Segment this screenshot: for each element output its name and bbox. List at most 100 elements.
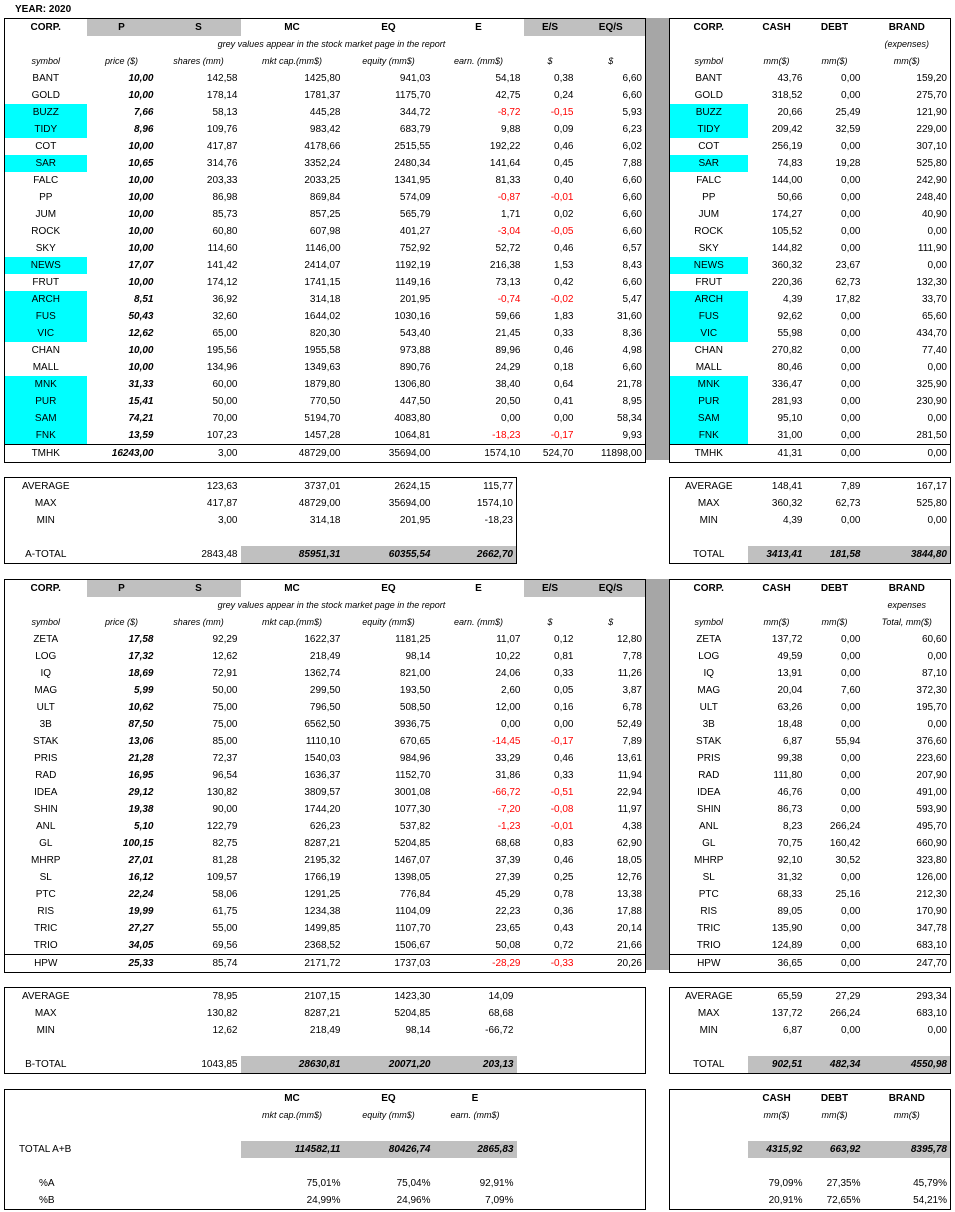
stat-brand: 0,00 [927,515,947,526]
pct-b-debt: 72,65% [826,1195,861,1206]
earnings-cell: -1,23 [497,821,521,832]
spacer-row [5,1158,646,1175]
symbol-cell: TRIO [33,940,58,951]
stat-debt: 7,89 [841,481,861,492]
brand-cell: 0,00 [863,444,951,463]
equity-cell: 1107,70 [395,923,431,934]
cash-cell: 92,62 [777,311,803,322]
eq-per-share-cell: 52,49 [616,719,642,730]
mktcap-cell: 820,30 [309,328,341,339]
symbol-cell: MALL [695,362,722,373]
total-equity: 60355,54 [343,546,434,564]
symbol-cell: PUR [4,393,87,410]
eq-per-share-cell: 6,60 [622,192,642,203]
shares-cell: 314,76 [206,158,238,169]
stat-cash: 148,41 [771,481,803,492]
spacer [806,529,864,546]
note-spacer [5,597,87,614]
spacer [157,529,241,546]
total-cash: 3413,41 [747,546,806,564]
symbol-cell: LOG [698,651,720,662]
eps-cell: -0,01 [550,192,574,203]
pct-b-row: 20,91% 72,65% 54,21% [670,1192,951,1210]
eq-per-share-cell: 11,26 [617,668,642,679]
total-label: B-TOTAL [25,1059,67,1070]
table-row: TMHK 41,31 0,00 0,00 [669,444,951,463]
earnings-cell: 33,29 [495,753,521,764]
summary-unit-cash: mm($) [763,1110,790,1120]
table-row: TRIC 135,90 0,00 347,78 [670,920,951,937]
earnings-cell: 11,07 [496,634,521,645]
stat-label: MAX [697,1008,720,1019]
spacer [344,1158,434,1175]
mktcap-cell: 2171,72 [240,954,344,973]
equity-cell: 543,40 [399,328,431,339]
earnings-cell: 23,65 [495,923,521,934]
earnings-cell: 1574,10 [433,444,524,463]
symbol-cell: TIDY [4,121,87,138]
spacer [241,529,344,546]
eq-per-share-cell: 31,60 [616,311,642,322]
table-row: BUZZ 20,66 25,49 121,90 [669,104,951,121]
group-b-finance-stats-box: AVERAGE 65,59 27,29 293,34 MAX 137,72 266,24 68… [669,987,951,1074]
shares-cell: 85,74 [156,954,241,973]
shares-cell: 75,00 [212,702,238,713]
earnings-cell: 10,22 [495,651,521,662]
note-spacer [577,36,646,53]
equity-cell: 5204,85 [394,838,431,849]
brand-cell: 242,90 [916,175,947,186]
spacer [344,529,434,546]
unit-cash: mm($) [763,56,790,66]
eq-per-share-cell: 22,94 [616,787,642,798]
price-cell: 100,15 [122,838,154,849]
shares-cell: 55,00 [212,923,238,934]
table-row: HPW 25,33 85,74 2171,72 1737,03 -28,29 -0,33 20… [4,954,646,973]
total-ab-eq: 80426,74 [343,1141,434,1158]
spacer [670,1124,748,1141]
table-row: ARCH 8,51 36,92 314,18 201,95 -0,74 -0,02 5,47 [4,291,646,308]
cash-cell: 4,39 [783,294,803,305]
shares-cell: 58,06 [212,889,238,900]
symbol-cell: 3B [39,719,52,730]
stat-label: MIN [699,515,718,526]
symbol-cell: SAR [669,155,748,172]
mktcap-cell: 1234,38 [304,906,341,917]
equity-cell: 1077,30 [394,804,431,815]
shares-cell: 50,00 [212,685,238,696]
earnings-cell: -28,29 [433,954,524,973]
equity-cell: 508,50 [399,702,431,713]
earnings-cell: 20,50 [495,396,521,407]
symbol-cell: PTC [35,889,56,900]
price-cell: 10,00 [128,192,154,203]
spacer-row [670,1039,951,1056]
brand-cell: 195,70 [916,702,947,713]
stat-brand: 293,34 [916,991,947,1002]
mktcap-cell: 1291,25 [304,889,341,900]
symbol-cell: CHAN [694,345,723,356]
symbol-cell: PRIS [697,753,721,764]
equity-cell: 1398,05 [394,872,431,883]
shares-cell: 178,14 [206,90,238,101]
price-cell: 10,00 [128,209,154,220]
debt-cell: 0,00 [841,209,861,220]
shares-cell: 61,75 [212,906,238,917]
unit-brand: Total, mm($) [881,617,932,627]
stats-row: MIN 4,39 0,00 0,00 [670,512,951,529]
equity-cell: 1181,25 [395,634,431,645]
brand-cell: 87,10 [921,668,947,679]
brand-cell: 248,40 [916,192,947,203]
units-row: mkt cap.(mm$) equity (mm$) earn. (mm$) [5,1107,646,1124]
spacer-row [5,1039,646,1056]
table-row: PRIS 99,38 0,00 223,60 [670,750,951,767]
brand-cell: 376,60 [916,736,947,747]
table-row: CHAN 10,00 195,56 1955,58 973,88 89,96 0,46 4,9… [5,342,646,359]
summary-unit-e: earn. (mm$) [450,1110,500,1120]
table-row: SHIN 19,38 90,00 1744,20 1077,30 -7,20 -0,08 11… [5,801,646,818]
pct-a-debt: 27,35% [826,1178,861,1189]
shares-cell: 85,00 [212,736,238,747]
equity-cell: 1152,70 [395,770,431,781]
symbol-cell: GOLD [694,90,723,101]
eps-cell: 0,24 [554,90,574,101]
pct-b-label: %B [39,1195,55,1206]
total-label: TOTAL [693,549,725,560]
